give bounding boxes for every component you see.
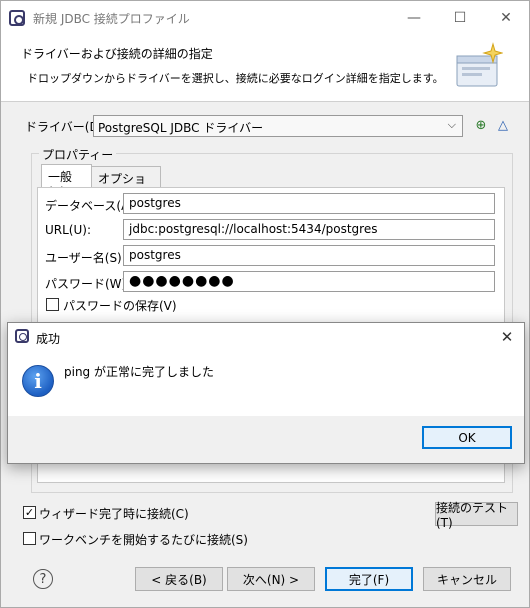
user-name-field[interactable]: postgres bbox=[123, 245, 495, 266]
new-driver-definition-icon[interactable]: ⊕ bbox=[473, 118, 489, 134]
password-label: パスワード(W): bbox=[45, 277, 131, 291]
connect-on-startup-label: ワークベンチを開始するたびに接続(S) bbox=[39, 533, 248, 547]
next-button[interactable]: 次へ(N) > bbox=[227, 567, 315, 591]
dialog-title: 成功 bbox=[36, 332, 61, 346]
close-button[interactable]: ✕ bbox=[483, 1, 529, 34]
save-password-label: パスワードの保存(V) bbox=[63, 299, 177, 313]
wizard-header: ドライバーおよび接続の詳細の指定 ドロップダウンからドライバーを選択し、接続に必… bbox=[1, 34, 529, 102]
driver-dropdown[interactable]: PostgreSQL JDBC ドライバー ⌵ bbox=[93, 115, 463, 137]
chevron-down-icon: ⌵ bbox=[447, 118, 456, 131]
help-icon[interactable]: ? bbox=[33, 569, 53, 589]
page-description: ドロップダウンからドライバーを選択し、接続に必要なログイン詳細を指定します。 bbox=[27, 72, 444, 85]
connect-on-finish-checkbox[interactable]: ✓ bbox=[23, 506, 36, 519]
minimize-button[interactable]: — bbox=[391, 1, 437, 34]
eclipse-app-icon bbox=[9, 10, 25, 26]
wizard-banner-icon bbox=[456, 42, 503, 87]
dialog-title-bar: 成功 ✕ bbox=[8, 323, 524, 351]
dialog-body: i ping が正常に完了しました bbox=[8, 351, 524, 416]
database-field[interactable]: postgres bbox=[123, 193, 495, 214]
finish-button[interactable]: 完了(F) bbox=[325, 567, 413, 591]
window-title: 新規 JDBC 接続プロファイル bbox=[33, 12, 190, 26]
properties-group-title: プロパティー bbox=[39, 146, 117, 163]
success-dialog: 成功 ✕ i ping が正常に完了しました OK bbox=[7, 322, 525, 464]
maximize-button[interactable]: ☐ bbox=[437, 1, 483, 34]
tab-options[interactable]: オプション(O) bbox=[91, 166, 161, 203]
ok-button[interactable]: OK bbox=[422, 426, 512, 449]
edit-driver-definition-icon[interactable]: △ bbox=[495, 118, 511, 134]
eclipse-app-icon bbox=[15, 329, 29, 343]
user-name-label: ユーザー名(S): bbox=[45, 251, 126, 265]
url-label: URL(U): bbox=[45, 223, 91, 237]
tab-general[interactable]: 一般(E) bbox=[41, 164, 92, 199]
password-field[interactable]: ●●●●●●●● bbox=[123, 271, 495, 292]
dialog-close-button[interactable]: ✕ bbox=[496, 326, 518, 348]
page-title: ドライバーおよび接続の詳細の指定 bbox=[21, 47, 213, 61]
driver-dropdown-value: PostgreSQL JDBC ドライバー bbox=[98, 121, 264, 135]
connect-on-startup-checkbox[interactable] bbox=[23, 532, 36, 545]
title-bar: 新規 JDBC 接続プロファイル — ☐ ✕ bbox=[1, 1, 529, 34]
wizard-window: 新規 JDBC 接続プロファイル — ☐ ✕ ドライバーおよび接続の詳細の指定 … bbox=[0, 0, 530, 608]
back-button[interactable]: < 戻る(B) bbox=[135, 567, 223, 591]
info-icon: i bbox=[22, 365, 54, 397]
url-field[interactable]: jdbc:postgresql://localhost:5434/postgre… bbox=[123, 219, 495, 240]
test-connection-button[interactable]: 接続のテスト(T) bbox=[435, 501, 518, 530]
connect-on-finish-label: ウィザード完了時に接続(C) bbox=[39, 507, 189, 521]
dialog-message: ping が正常に完了しました bbox=[64, 365, 214, 379]
save-password-checkbox[interactable] bbox=[46, 298, 59, 311]
cancel-button[interactable]: キャンセル bbox=[423, 567, 511, 591]
